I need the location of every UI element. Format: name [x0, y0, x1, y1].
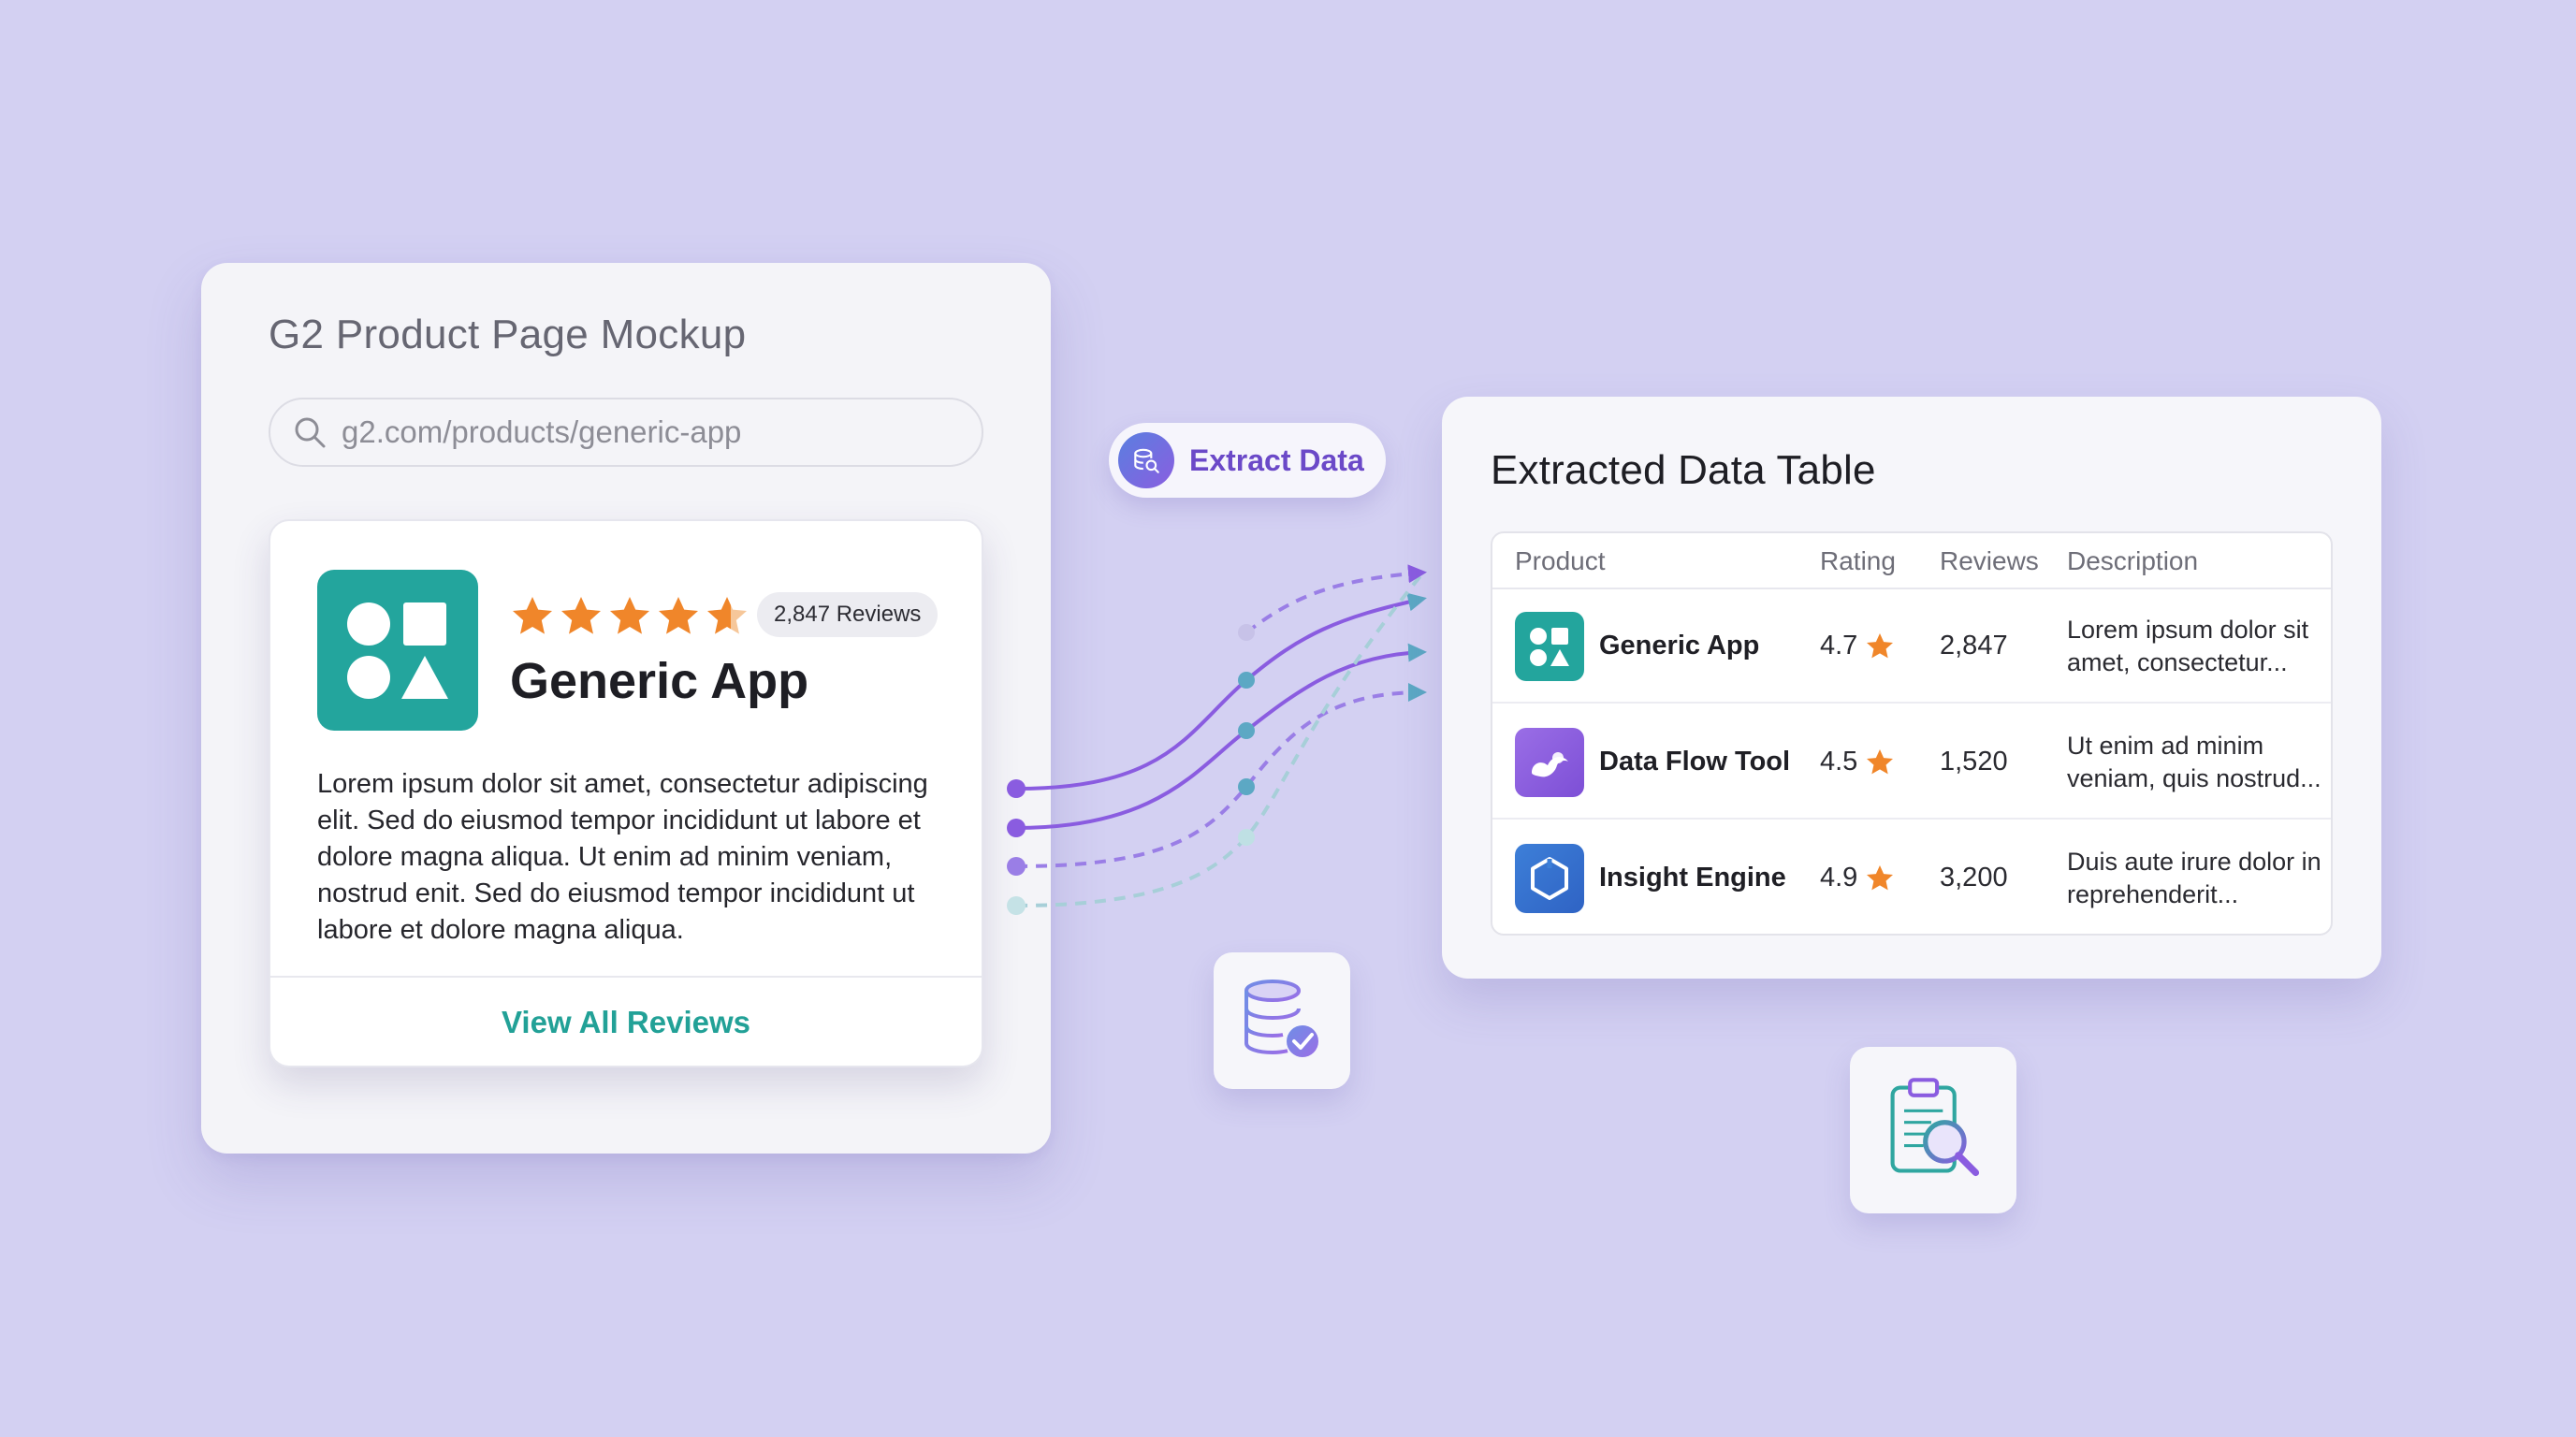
data-table: Product Rating Reviews Description Gener…: [1491, 531, 2333, 936]
star-icon: [1867, 632, 1894, 658]
star-icon: [610, 597, 649, 634]
table-row[interactable]: Insight Engine 4.9 3,200 Duis aute irure…: [1492, 821, 2331, 934]
reviews-value: 3,200: [1940, 863, 2008, 893]
search-icon: [295, 417, 326, 448]
rating-value: 4.7: [1820, 631, 1858, 660]
rating-value: 4.9: [1820, 863, 1858, 893]
star-half-icon: [707, 597, 747, 634]
product-page-mockup: G2 Product Page Mockup g2.com/products/g…: [201, 263, 1051, 1154]
star-icon: [1867, 864, 1894, 890]
extract-data-label: Extract Data: [1189, 443, 1364, 477]
column-header-description[interactable]: Description: [2067, 546, 2198, 576]
app-description: Lorem ipsum dolor sit amet, consectetur …: [317, 769, 928, 945]
flow-dot: [1238, 778, 1255, 795]
app-logo: [317, 570, 478, 731]
star-icon: [1867, 748, 1894, 774]
extracted-data-card: Extracted Data Table Product Rating Revi…: [1442, 397, 2381, 979]
star-icon: [561, 597, 601, 634]
table-title: Extracted Data Table: [1491, 447, 1876, 493]
database-search-icon: [1118, 432, 1174, 488]
flow-line: [1015, 683, 1427, 868]
table-header: Product Rating Reviews Description: [1492, 533, 2331, 589]
flow-dot: [1238, 672, 1255, 689]
star-icon: [513, 597, 552, 634]
description-value: Lorem ipsum dolor sit amet, consectetur.…: [2067, 616, 2309, 676]
rating-cell: 4.5: [1820, 747, 1895, 777]
table-row[interactable]: Data Flow Tool 4.5 1,520 Ut enim ad mini…: [1492, 705, 2331, 820]
column-header-rating[interactable]: Rating: [1820, 546, 1896, 576]
flow-icon: [1515, 728, 1584, 797]
product-card: 2,847 Reviews Generic App Lorem ipsum do…: [269, 519, 983, 1067]
shapes-icon: [1515, 612, 1584, 681]
flow-line: [1015, 592, 1427, 791]
clipboard-search-icon: [1890, 1078, 1980, 1177]
clipboard-tile: [1850, 1047, 2016, 1213]
shapes-icon: [347, 602, 448, 699]
description-value: Ut enim ad minim veniam, quis nostrud...: [2067, 732, 2321, 792]
column-header-reviews[interactable]: Reviews: [1940, 546, 2039, 576]
mockup-title: G2 Product Page Mockup: [269, 312, 747, 357]
flow-line: [1015, 643, 1427, 830]
star-rating: [510, 594, 750, 639]
reviews-value: 2,847: [1940, 631, 2008, 660]
extract-data-button[interactable]: Extract Data: [1109, 423, 1386, 498]
database-tile: [1214, 952, 1350, 1089]
database-check-icon: [1244, 980, 1318, 1057]
description-value: Duis aute irure dolor in reprehenderit..…: [2067, 848, 2321, 908]
app-name: Generic App: [510, 653, 809, 709]
star-icon: [659, 597, 698, 634]
table-row[interactable]: Generic App 4.7 2,847 Lorem ipsum dolor …: [1492, 589, 2331, 704]
url-bar[interactable]: g2.com/products/generic-app: [269, 398, 983, 467]
reviews-count-badge: 2,847 Reviews: [757, 592, 939, 637]
rating-value: 4.5: [1820, 747, 1858, 777]
flow-line: [1244, 564, 1427, 634]
flow-dot: [1238, 624, 1255, 641]
url-text: g2.com/products/generic-app: [342, 414, 742, 449]
product-name: Insight Engine: [1599, 863, 1786, 893]
reviews-value: 1,520: [1940, 747, 2008, 777]
flow-line: [1015, 571, 1425, 907]
column-header-product[interactable]: Product: [1515, 546, 1606, 576]
flow-dot: [1238, 722, 1255, 739]
product-name: Generic App: [1599, 631, 1760, 660]
product-name: Data Flow Tool: [1599, 747, 1791, 777]
view-all-reviews-link[interactable]: View All Reviews: [270, 976, 982, 1066]
rating-cell: 4.7: [1820, 631, 1895, 661]
flow-dot: [1238, 829, 1255, 846]
rating-cell: 4.9: [1820, 863, 1895, 893]
hexagon-icon: [1515, 844, 1584, 913]
